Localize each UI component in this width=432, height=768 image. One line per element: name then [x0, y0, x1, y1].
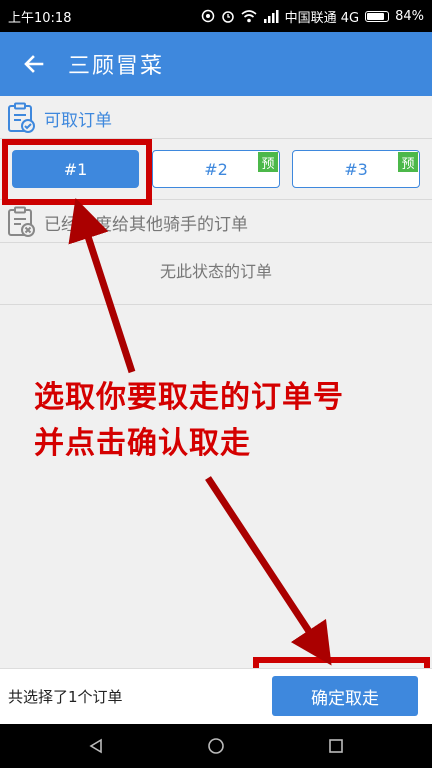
- confirm-pickup-button[interactable]: 确定取走: [272, 676, 418, 716]
- triangle-back-icon: [89, 738, 102, 754]
- arrow-to-order: [68, 198, 136, 374]
- nav-home-button[interactable]: [186, 724, 246, 768]
- selected-count: 共选择了1个订单: [8, 688, 123, 706]
- arrow-to-confirm: [205, 476, 332, 666]
- annotation-line-2: 并点击确认取走: [34, 426, 251, 461]
- nav-back-button[interactable]: [66, 724, 126, 768]
- bottom-bar: 共选择了1个订单 确定取走: [0, 668, 432, 724]
- annotation-line-1: 选取你要取走的订单号: [34, 380, 344, 415]
- confirm-label: 确定取走: [311, 688, 379, 709]
- circle-home-icon: [208, 738, 224, 754]
- annotation-text: 选取你要取走的订单号 并点击确认取走: [34, 375, 414, 467]
- square-recents-icon: [329, 739, 343, 753]
- navigation-bar: [0, 724, 432, 768]
- nav-recents-button[interactable]: [306, 724, 366, 768]
